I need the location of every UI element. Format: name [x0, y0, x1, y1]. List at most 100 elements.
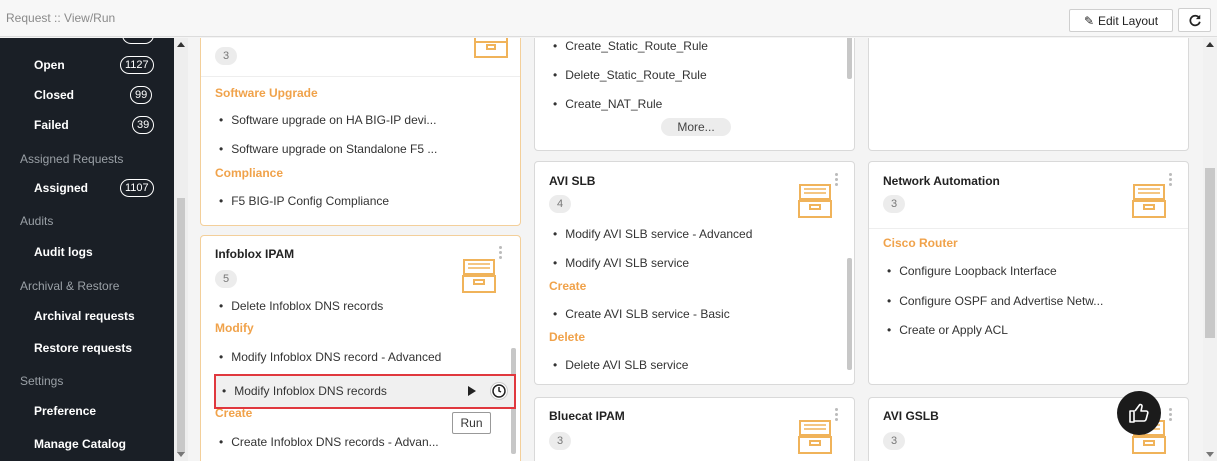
sidebar-item-preference[interactable]: Preference [0, 397, 170, 425]
feedback-button[interactable] [1117, 391, 1161, 435]
group-label: Delete [549, 330, 586, 344]
catalog-item[interactable]: Delete Infoblox DNS records [219, 299, 383, 313]
more-options-icon[interactable] [835, 408, 838, 423]
more-button[interactable]: More... [661, 118, 731, 136]
header-bar: Request :: View/Run ✎ Edit Layout [0, 0, 1217, 37]
run-tooltip: Run [452, 412, 491, 434]
group-label: Cisco Router [883, 236, 958, 250]
sidebar-item-label: Archival requests [34, 309, 135, 323]
section-heading-audits: Audits [20, 214, 54, 228]
page-scrollbar[interactable] [1203, 38, 1217, 461]
count-badge: 5 [215, 270, 237, 288]
refresh-button[interactable] [1178, 8, 1211, 32]
sidebar-item-failed[interactable]: Failed 39 [0, 111, 170, 139]
catalog-item[interactable]: Create or Apply ACL [887, 323, 1008, 337]
scroll-down-icon[interactable] [177, 452, 185, 457]
count-badge: 3 [883, 195, 905, 213]
catalog-area: 3 Software Upgrade Software upgrade on H… [188, 38, 1203, 461]
catalog-item[interactable]: Configure OSPF and Advertise Netw... [887, 294, 1103, 308]
sidebar-item-label: Manage Catalog [34, 437, 127, 451]
run-button[interactable] [462, 382, 480, 400]
catalog-item[interactable]: Create AVI SLB service - Basic [553, 307, 730, 321]
edit-layout-label: Edit Layout [1098, 13, 1159, 28]
catalog-item-hovered[interactable]: Modify Infoblox DNS records [214, 374, 516, 409]
more-options-icon[interactable] [835, 173, 838, 188]
card-rules: Create_Static_Route_Rule Delete_Static_R… [534, 38, 855, 151]
catalog-item-label: Modify Infoblox DNS records [222, 384, 387, 398]
sidebar-item-closed[interactable]: Closed 99 [0, 81, 170, 109]
sidebar-item-archival-requests[interactable]: Archival requests [0, 302, 170, 330]
catalog-item[interactable]: Modify Infoblox DNS record - Advanced [219, 350, 441, 364]
refresh-icon [1188, 14, 1201, 27]
drawer-icon [1132, 184, 1166, 218]
scrollbar-thumb[interactable] [1205, 168, 1215, 338]
page-title: Request :: View/Run [6, 11, 116, 25]
drawer-icon [798, 420, 832, 454]
clock-icon [492, 384, 506, 398]
drawer-icon [798, 184, 832, 218]
drawer-icon [474, 38, 508, 58]
card-f5: 3 Software Upgrade Software upgrade on H… [200, 38, 521, 226]
catalog-item[interactable]: Delete AVI SLB service [553, 358, 688, 372]
edit-layout-button[interactable]: ✎ Edit Layout [1069, 9, 1173, 32]
count-badge: 1107 [120, 179, 154, 197]
more-options-icon[interactable] [499, 246, 502, 261]
card-network-automation: Network Automation 3 Cisco Router Config… [868, 161, 1189, 385]
card-title: Infoblox IPAM [215, 247, 295, 261]
catalog-item[interactable]: Configure Loopback Interface [887, 264, 1056, 278]
count-badge: 99 [130, 86, 153, 104]
group-label: Modify [215, 321, 254, 335]
count-badge: 3 [215, 47, 237, 65]
catalog-item[interactable]: F5 BIG-IP Config Compliance [219, 194, 389, 208]
card-title: Network Automation [883, 174, 1000, 188]
scroll-up-icon[interactable] [177, 42, 185, 47]
card-bluecat-ipam: Bluecat IPAM 3 [534, 397, 855, 461]
card-avi-slb: AVI SLB 4 Modify AVI SLB service - Advan… [534, 161, 855, 385]
scrollbar-thumb[interactable] [177, 198, 185, 453]
catalog-item[interactable]: Software upgrade on Standalone F5 ... [219, 142, 437, 156]
sidebar-item-label: Audit logs [34, 245, 93, 259]
schedule-button[interactable] [490, 382, 508, 400]
catalog-item[interactable]: Modify AVI SLB service - Advanced [553, 227, 752, 241]
pencil-icon: ✎ [1083, 13, 1094, 28]
sidebar-item-audit-logs[interactable]: Audit logs [0, 238, 170, 266]
sidebar: Open 1127 Closed 99 Failed 39 Assigned R… [0, 38, 188, 461]
sidebar-item-label: Restore requests [34, 341, 133, 355]
group-label: Create [549, 279, 587, 293]
count-badge: 4 [549, 195, 571, 213]
thumbs-up-icon [1129, 403, 1149, 423]
scroll-down-icon[interactable] [1206, 452, 1214, 457]
section-heading-archival: Archival & Restore [20, 279, 120, 293]
catalog-item[interactable]: Modify AVI SLB service [553, 256, 689, 270]
section-heading-settings: Settings [20, 374, 64, 388]
catalog-item[interactable]: Create_Static_Route_Rule [553, 39, 708, 53]
play-icon [468, 386, 476, 396]
sidebar-item-assigned[interactable]: Assigned 1107 [0, 174, 170, 202]
sidebar-item-label: Closed [34, 88, 75, 102]
sidebar-item-label: Preference [34, 404, 97, 418]
sidebar-item-open[interactable]: Open 1127 [0, 51, 170, 79]
drawer-icon [462, 259, 496, 293]
sidebar-scrollbar[interactable] [174, 38, 188, 461]
sidebar-item-label: Failed [34, 118, 69, 132]
count-badge: 3 [549, 432, 571, 450]
sidebar-item-restore-requests[interactable]: Restore requests [0, 334, 170, 362]
sidebar-item-label: Assigned [34, 181, 89, 195]
more-options-icon[interactable] [1169, 173, 1172, 188]
card-title: AVI SLB [549, 174, 596, 188]
card-partial [868, 38, 1189, 151]
card-scrollbar[interactable] [847, 38, 852, 79]
catalog-item[interactable]: Software upgrade on HA BIG-IP devi... [219, 113, 436, 127]
sidebar-item-manage-catalog[interactable]: Manage Catalog [0, 430, 170, 458]
group-label: Software Upgrade [215, 86, 318, 100]
count-badge: 39 [132, 116, 155, 134]
more-options-icon[interactable] [1169, 408, 1172, 423]
catalog-item[interactable]: Create_NAT_Rule [553, 97, 662, 111]
section-heading-assigned: Assigned Requests [20, 152, 124, 166]
card-title: Bluecat IPAM [549, 409, 625, 423]
sidebar-item-label: Open [34, 58, 65, 72]
card-scrollbar[interactable] [847, 258, 852, 370]
catalog-item[interactable]: Delete_Static_Route_Rule [553, 68, 706, 82]
catalog-item[interactable]: Create Infoblox DNS records - Advan... [219, 435, 438, 449]
scroll-up-icon[interactable] [1206, 42, 1214, 47]
